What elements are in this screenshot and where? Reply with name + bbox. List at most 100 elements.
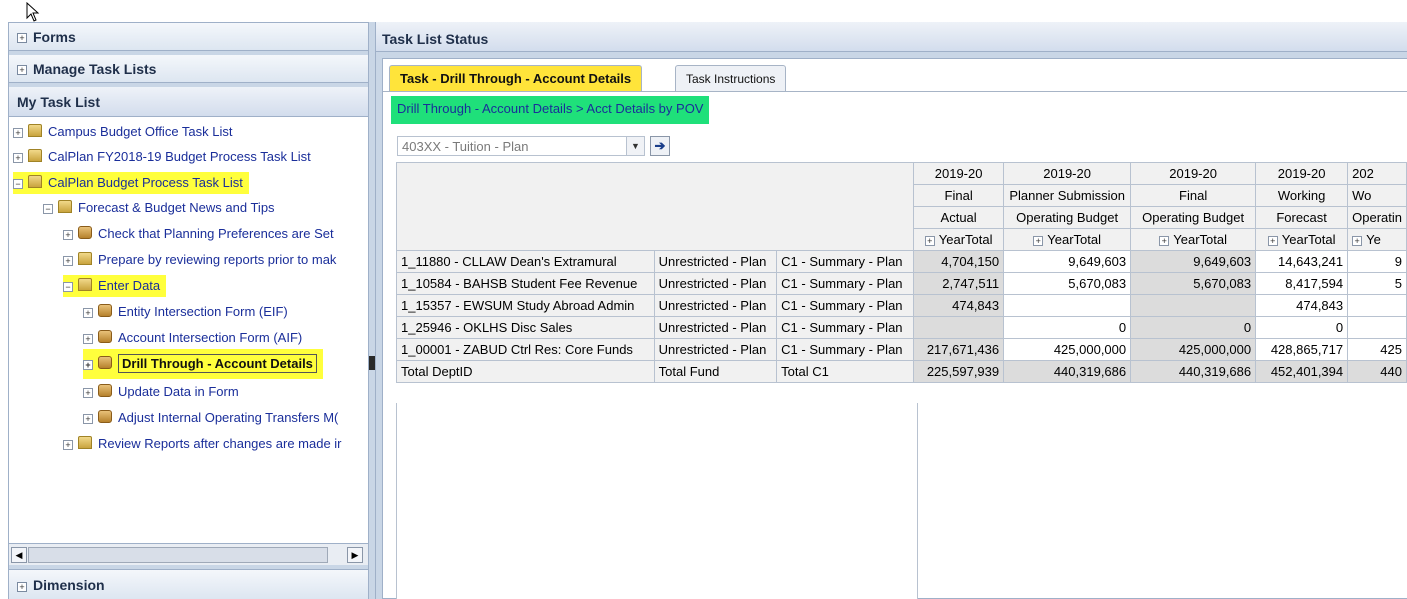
col-header-label: YearTotal [1173,232,1227,247]
data-cell[interactable]: 440 [1347,360,1407,383]
data-cell[interactable]: 5,670,083 [1003,272,1132,295]
expand-icon[interactable]: + [1352,236,1363,246]
tree-item-calplan-fy2018[interactable]: + CalPlan FY2018-19 Budget Process Task L… [13,146,311,168]
expand-icon[interactable]: + [83,308,93,318]
row-fund: Unrestricted - Plan [653,338,778,361]
forms-section-header[interactable]: + Forms [9,23,368,51]
dimension-section-header[interactable]: + Dimension [9,569,368,599]
collapse-icon[interactable]: − [63,282,73,292]
expand-icon[interactable]: + [1033,236,1044,246]
manage-task-lists-label: Manage Task Lists [33,61,157,77]
horizontal-scrollbar[interactable]: ◀ ▶ [9,543,368,565]
scroll-left-icon[interactable]: ◀ [11,547,27,563]
tab-drill-through[interactable]: Task - Drill Through - Account Details [389,65,643,91]
data-cell[interactable]: 217,671,436 [913,338,1005,361]
col-header-yeartotal[interactable]: + Ye [1347,228,1407,251]
my-task-list-label: My Task List [17,94,100,110]
data-cell[interactable]: 0 [1130,316,1257,339]
dimension-label: Dimension [33,577,105,593]
data-cell[interactable]: 452,401,394 [1255,360,1349,383]
data-cell[interactable]: 440,319,686 [1130,360,1257,383]
expand-icon[interactable]: + [17,33,27,43]
col-header-label: YearTotal [1047,232,1101,247]
expand-icon[interactable]: + [83,360,93,370]
tree-item-forecast-news[interactable]: − Forecast & Budget News and Tips [43,197,275,219]
data-cell[interactable]: 474,843 [1255,294,1349,317]
data-cell[interactable]: 8,417,594 [1255,272,1349,295]
col-header-yeartotal[interactable]: + YearTotal [1130,228,1257,251]
collapse-icon[interactable]: − [43,204,53,214]
top-band [0,0,1407,22]
data-cell[interactable] [1130,294,1257,317]
data-cell[interactable] [1003,294,1132,317]
data-cell[interactable] [913,316,1005,339]
tree-item-check-preferences[interactable]: + Check that Planning Preferences are Set [63,223,334,245]
expand-icon[interactable]: + [17,65,27,75]
data-cell[interactable]: 440,319,686 [1003,360,1132,383]
data-cell[interactable]: 2,747,511 [913,272,1005,295]
expand-icon[interactable]: + [63,440,73,450]
expand-icon[interactable]: + [1267,236,1278,246]
row-dept: 1_10584 - BAHSB Student Fee Revenue [396,272,655,295]
data-cell[interactable]: 428,865,717 [1255,338,1349,361]
go-button[interactable]: ➔ [650,136,670,156]
data-cell[interactable]: 425,000,000 [1130,338,1257,361]
pov-select[interactable]: 403XX - Tuition - Plan ▼ [397,136,645,156]
collapse-icon[interactable]: − [13,179,23,189]
data-cell[interactable]: 474,843 [913,294,1005,317]
col-header-yeartotal[interactable]: + YearTotal [913,228,1005,251]
tree-item-update-data[interactable]: + Update Data in Form [83,381,239,403]
expand-icon[interactable]: + [1159,236,1170,246]
data-cell[interactable]: 9,649,603 [1130,250,1257,273]
row-c1: C1 - Summary - Plan [776,272,915,295]
data-cell[interactable]: 425 [1347,338,1407,361]
manage-task-lists-header[interactable]: + Manage Task Lists [9,55,368,83]
folder-icon [78,436,92,449]
col-header-yeartotal[interactable]: + YearTotal [1003,228,1132,251]
row-c1: C1 - Summary - Plan [776,250,915,273]
tab-task-instructions[interactable]: Task Instructions [675,65,787,91]
chevron-down-icon[interactable]: ▼ [626,137,644,155]
data-cell[interactable]: 0 [1003,316,1132,339]
tree-item-enter-data[interactable]: − Enter Data [63,275,167,297]
tree-item-aif[interactable]: + Account Intersection Form (AIF) [83,327,302,349]
expand-icon[interactable]: + [63,230,73,240]
task-icon [98,330,112,343]
tree-item-campus-budget[interactable]: + Campus Budget Office Task List [13,121,233,143]
data-cell[interactable]: 9,649,603 [1003,250,1132,273]
expand-icon[interactable]: + [13,153,23,163]
data-cell[interactable] [1347,316,1407,339]
scrollbar-thumb[interactable] [28,547,328,563]
col-header-label: Ye [1366,232,1381,247]
tree-item-calplan-budget[interactable]: − CalPlan Budget Process Task List [13,172,249,194]
expand-icon[interactable]: + [13,128,23,138]
expand-icon[interactable]: + [83,388,93,398]
data-cell[interactable]: 0 [1255,316,1349,339]
tree-item-review-reports[interactable]: + Review Reports after changes are made i… [63,433,342,455]
tree-item-label: Drill Through - Account Details [118,354,317,373]
tree-item-drill-through[interactable]: + Drill Through - Account Details [83,349,323,379]
scroll-right-icon[interactable]: ▶ [347,547,363,563]
data-cell[interactable]: 9 [1347,250,1407,273]
data-cell[interactable]: 14,643,241 [1255,250,1349,273]
tree-item-eif[interactable]: + Entity Intersection Form (EIF) [83,301,288,323]
tree-item-adjust-transfers[interactable]: + Adjust Internal Operating Transfers M( [83,407,338,429]
data-cell[interactable] [1347,294,1407,317]
data-cell[interactable]: 425,000,000 [1003,338,1132,361]
expand-icon[interactable]: + [83,334,93,344]
expand-icon[interactable]: + [83,414,93,424]
expand-icon[interactable]: + [63,256,73,266]
data-cell[interactable]: 5,670,083 [1130,272,1257,295]
my-task-list-header[interactable]: My Task List [9,87,368,117]
forms-label: Forms [33,29,76,45]
data-cell[interactable]: 4,704,150 [913,250,1005,273]
expand-icon[interactable]: + [924,236,935,246]
col-header-yeartotal[interactable]: + YearTotal [1255,228,1349,251]
expand-icon[interactable]: + [17,582,27,592]
tree-item-label: CalPlan Budget Process Task List [48,175,243,190]
breadcrumb[interactable]: Drill Through - Account Details > Acct D… [391,96,710,124]
data-cell[interactable]: 225,597,939 [913,360,1005,383]
task-icon [98,356,112,369]
data-cell[interactable]: 5 [1347,272,1407,295]
tree-item-prepare-reports[interactable]: + Prepare by reviewing reports prior to m… [63,249,336,271]
